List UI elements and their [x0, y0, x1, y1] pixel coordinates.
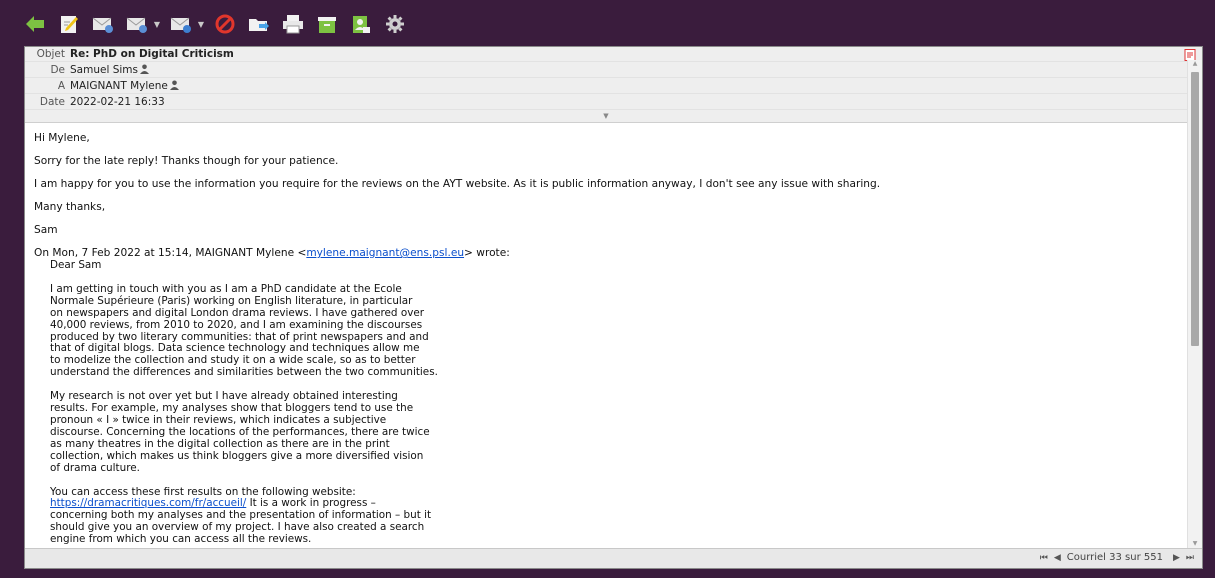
quote-attribution: On Mon, 7 Feb 2022 at 15:14, MAIGNANT My…	[34, 246, 1178, 260]
date-value: 2022-02-21 16:33	[70, 96, 165, 108]
forward-button[interactable]	[166, 9, 196, 39]
mail-window: ▼ ▼ Objet Re: PhD on Digital Criticism D…	[0, 0, 1215, 578]
archive-button[interactable]	[312, 9, 342, 39]
expand-headers-icon[interactable]: ▼	[25, 110, 1187, 122]
pager: ⏮ ◀ Courriel 33 sur 551 ▶ ⏭	[1040, 552, 1194, 563]
to-name[interactable]: MAIGNANT Mylene	[70, 80, 168, 92]
reply-button[interactable]	[88, 9, 118, 39]
compose-icon	[61, 16, 78, 33]
toolbar: ▼ ▼	[20, 8, 414, 40]
reply-all-icon	[126, 17, 147, 33]
body-paragraph: I am happy for you to use the informatio…	[34, 178, 881, 190]
previous-message-icon[interactable]: ◀	[1054, 553, 1061, 563]
dramacritiques-link[interactable]: https://dramacritiques.com/fr/accueil/	[50, 497, 246, 509]
message-body: Hi Mylene, Sorry for the late reply! Tha…	[25, 123, 1187, 550]
quote-paragraph-mid: It is a work in progress –	[246, 497, 376, 510]
quote-greeting: Dear Sam	[50, 259, 102, 271]
from-value[interactable]: Samuel Sims	[70, 63, 149, 78]
contact-icon	[353, 16, 370, 33]
contact-button[interactable]	[346, 9, 376, 39]
date-row: Date 2022-02-21 16:33	[25, 95, 1187, 110]
subject-label: Objet	[36, 48, 65, 60]
from-label: De	[50, 64, 65, 76]
from-row: De Samuel Sims	[25, 63, 1187, 78]
scrollbar[interactable]: ▲ ▼	[1187, 60, 1202, 550]
settings-icon	[386, 15, 404, 33]
date-label: Date	[39, 96, 65, 108]
move-button[interactable]	[244, 9, 274, 39]
first-message-icon[interactable]: ⏮	[1040, 553, 1048, 563]
last-message-icon[interactable]: ⏭	[1186, 553, 1194, 563]
print-icon	[283, 15, 303, 34]
quote-paragraph: I am getting in touch with you as I am a…	[50, 282, 438, 379]
reply-icon	[92, 17, 113, 33]
delete-button[interactable]	[210, 9, 240, 39]
message-panel: Objet Re: PhD on Digital Criticism De Sa…	[24, 46, 1203, 569]
quoted-message: Dear Sam I am getting in touch with you …	[34, 259, 1178, 547]
reply-all-dropdown-icon[interactable]: ▼	[152, 20, 162, 29]
to-row: A MAIGNANT Mylene	[25, 79, 1187, 94]
settings-button[interactable]	[380, 9, 410, 39]
person-icon[interactable]	[139, 64, 149, 74]
scroll-up-icon[interactable]: ▲	[1188, 60, 1202, 70]
quote-paragraph-start: You can access these first results on th…	[50, 485, 356, 498]
scroll-thumb[interactable]	[1191, 72, 1199, 346]
move-icon	[249, 19, 269, 31]
forward-icon	[170, 17, 191, 33]
status-bar: ⏮ ◀ Courriel 33 sur 551 ▶ ⏭	[25, 548, 1202, 568]
quote-paragraph: You can access these first results on th…	[50, 485, 1178, 547]
compose-button[interactable]	[54, 9, 84, 39]
back-icon	[26, 16, 44, 32]
subject-row: Objet Re: PhD on Digital Criticism	[25, 47, 1187, 62]
delete-icon	[215, 14, 235, 34]
archive-icon	[318, 17, 336, 33]
message-headers: Objet Re: PhD on Digital Criticism De Sa…	[25, 47, 1202, 123]
reply-all-button[interactable]	[122, 9, 152, 39]
quote-email-link[interactable]: mylene.maignant@ens.psl.eu	[306, 247, 464, 259]
body-paragraph: Sorry for the late reply! Thanks though …	[34, 155, 339, 167]
body-greeting: Hi Mylene,	[34, 132, 90, 144]
forward-dropdown-icon[interactable]: ▼	[196, 20, 206, 29]
print-button[interactable]	[278, 9, 308, 39]
pager-text: Courriel 33 sur 551	[1066, 552, 1163, 563]
quote-paragraph-end: concerning both my analyses and the pres…	[50, 509, 432, 546]
to-value[interactable]: MAIGNANT Mylene	[70, 79, 179, 94]
subject-value: Re: PhD on Digital Criticism	[70, 48, 234, 60]
body-signature: Sam	[34, 224, 58, 236]
quote-paragraph: My research is not over yet but I have a…	[50, 390, 430, 474]
quote-attribution-end: > wrote:	[464, 247, 510, 259]
back-button[interactable]	[20, 9, 50, 39]
from-name[interactable]: Samuel Sims	[70, 64, 138, 76]
person-icon[interactable]	[169, 80, 179, 90]
to-label: A	[57, 80, 65, 92]
body-closing: Many thanks,	[34, 201, 106, 213]
next-message-icon[interactable]: ▶	[1173, 553, 1180, 563]
quote-attribution-text: On Mon, 7 Feb 2022 at 15:14, MAIGNANT My…	[34, 247, 307, 259]
